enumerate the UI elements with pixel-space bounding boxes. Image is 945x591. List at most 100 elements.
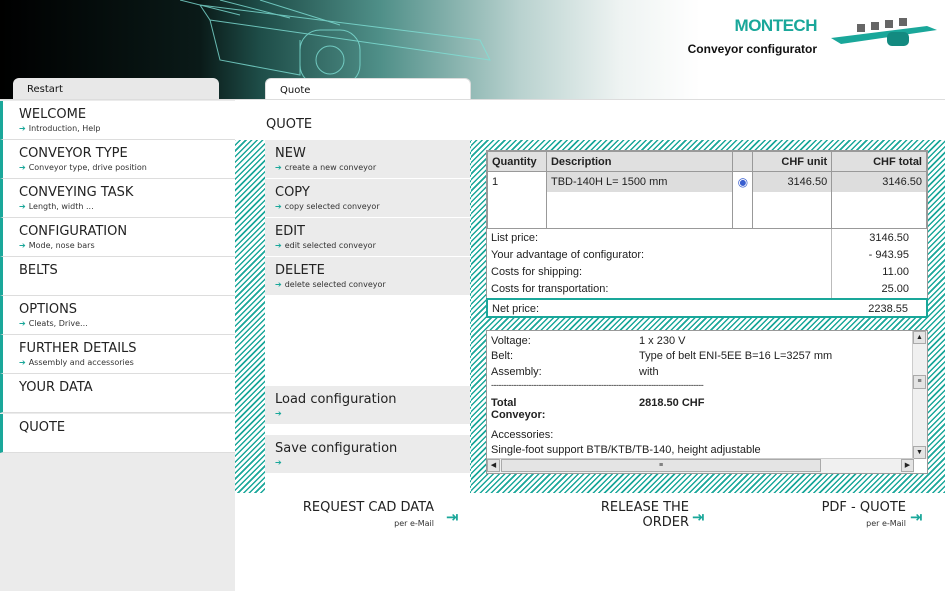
nav-subtitle: Length, width ... [28,202,94,211]
action-title: COPY [275,185,310,200]
list-price-label: List price: [491,232,539,244]
conveyor-thumbnail-icon [831,18,937,46]
arrow-right-icon: ➔ [19,124,26,133]
arrow-right-icon: ➔ [275,202,282,211]
accessories-label: Accessories: [491,429,554,441]
nav-title: QUOTE [19,420,66,435]
copy-button[interactable]: COPY ➔ copy selected conveyor [265,179,470,218]
nav-item-belts[interactable]: BELTS [0,257,235,296]
nav-item-conveying-task[interactable]: CONVEYING TASK ➔ Length, width ... [0,179,235,218]
arrow-right-icon: ➔ [19,358,26,367]
transport-label: Costs for transportation: [491,283,609,295]
arrow-right-icon: ➔ [275,458,282,467]
net-price-value: 2238.55 [868,303,908,315]
request-cad-button[interactable]: REQUEST CAD DATA per e-Mail [300,500,434,528]
arrow-right-icon: ➔ [275,241,282,250]
detail-value: 1 x 230 V [639,335,686,347]
tab-quote[interactable]: Quote [265,78,471,100]
advantage-value: - 943.95 [868,249,909,261]
total-value: 2818.50 CHF [639,397,705,409]
export-arrow-icon[interactable]: ⇥ [692,508,705,526]
release-order-button[interactable]: RELEASE THE ORDER [555,500,689,530]
nav-title: CONVEYING TASK [19,185,134,200]
shipping-row: Costs for shipping: 11.00 [487,263,927,280]
advantage-row: Your advantage of configurator: - 943.95 [487,246,927,263]
scroll-thumb[interactable]: ≡ [913,375,926,389]
release-order-label: RELEASE THE ORDER [600,500,689,530]
export-arrow-icon[interactable]: ⇥ [446,508,459,526]
nav-title: YOUR DATA [19,380,93,395]
column-header-quantity: Quantity [487,151,547,172]
shipping-label: Costs for shipping: [491,266,583,278]
action-subtitle: create a new conveyor [284,163,377,172]
horizontal-scrollbar[interactable]: ◀ ≡ ▶ [487,458,914,473]
scroll-up-icon[interactable]: ▲ [913,331,926,344]
scroll-down-icon[interactable]: ▼ [913,446,926,459]
nav-title: CONVEYOR TYPE [19,146,128,161]
edit-button[interactable]: EDIT ➔ edit selected conveyor [265,218,470,257]
nav-subtitle: Introduction, Help [28,124,101,133]
list-price-value: 3146.50 [869,232,909,244]
action-title: DELETE [275,263,325,278]
pdf-quote-sub: per e-Mail [866,519,906,528]
brand-logo: MONTECH [734,16,818,35]
arrow-right-icon: ➔ [19,319,26,328]
cell-chf-total: 3146.50 [831,171,927,192]
cell-description: TBD-140H L= 1500 mm [545,171,734,192]
column-header-chf-total: CHF total [831,151,927,172]
action-title: EDIT [275,224,305,239]
nav-subtitle: Mode, nose bars [28,241,95,250]
accessory-item: Single-foot support BTB/KTB/TB-140, heig… [491,444,761,456]
nav-title: CONFIGURATION [19,224,128,239]
detail-value: with [639,366,659,378]
nav-subtitle: Cleats, Drive... [28,319,88,328]
scroll-thumb-horizontal[interactable]: ≡ [501,459,821,472]
separator-line: ----------------------------------------… [491,380,704,390]
nav-item-welcome[interactable]: WELCOME ➔ Introduction, Help [0,101,235,140]
detail-value: Type of belt ENI-5EE B=16 L=3257 mm [639,350,833,362]
app-subtitle: Conveyor configurator [687,42,817,56]
export-arrow-icon[interactable]: ⇥ [910,508,923,526]
scroll-right-icon[interactable]: ▶ [901,459,914,472]
quote-table: Quantity Description CHF unit CHF total … [486,150,928,318]
action-subtitle: copy selected conveyor [284,202,380,211]
pdf-quote-label: PDF - QUOTE [821,500,906,515]
column-header-view [732,151,754,172]
delete-button[interactable]: DELETE ➔ delete selected conveyor [265,257,470,296]
view-icon[interactable]: ◉ [738,175,748,189]
scroll-left-icon[interactable]: ◀ [487,459,500,472]
nav-item-further-details[interactable]: FURTHER DETAILS ➔ Assembly and accessorie… [0,335,235,374]
nav-title: WELCOME [19,107,87,122]
nav-subtitle: Assembly and accessories [28,358,134,367]
nav-item-configuration[interactable]: CONFIGURATION ➔ Mode, nose bars [0,218,235,257]
advantage-label: Your advantage of configurator: [491,249,645,261]
transport-row: Costs for transportation: 25.00 [487,280,927,297]
cell-quantity: 1 [487,171,547,192]
load-configuration-button[interactable]: Load configuration ➔ [265,386,470,425]
nav-title: OPTIONS [19,302,78,317]
pdf-quote-button[interactable]: PDF - QUOTE per e-Mail [800,500,906,528]
table-row[interactable]: 1 TBD-140H L= 1500 mm ◉ 3146.50 3146.50 [487,171,927,192]
action-title: Load configuration [275,392,397,407]
nav-title: FURTHER DETAILS [19,341,137,356]
shipping-value: 11.00 [882,266,909,278]
details-panel[interactable]: Voltage: 1 x 230 V Belt: Type of belt ENI-… [486,330,928,474]
vertical-scrollbar[interactable]: ▲ ≡ ▼ [912,331,927,459]
nav-item-conveyor-type[interactable]: CONVEYOR TYPE ➔ Conveyor type, drive posi… [0,140,235,179]
cell-chf-unit: 3146.50 [752,171,833,192]
detail-label: Belt: [491,350,514,362]
nav-item-your-data[interactable]: YOUR DATA [0,374,235,413]
save-configuration-button[interactable]: Save configuration ➔ [265,435,470,474]
list-price-row: List price: 3146.50 [487,229,927,246]
new-button[interactable]: NEW ➔ create a new conveyor [265,140,470,179]
nav-title: BELTS [19,263,58,278]
transport-value: 25.00 [881,283,909,295]
column-header-description: Description [545,151,734,172]
detail-label: Voltage: [491,335,531,347]
tab-restart[interactable]: Restart [13,78,219,100]
action-title: NEW [275,146,306,161]
arrow-right-icon: ➔ [19,163,26,172]
arrow-right-icon: ➔ [275,409,282,418]
nav-item-options[interactable]: OPTIONS ➔ Cleats, Drive... [0,296,235,335]
nav-item-quote[interactable]: QUOTE [0,414,235,453]
